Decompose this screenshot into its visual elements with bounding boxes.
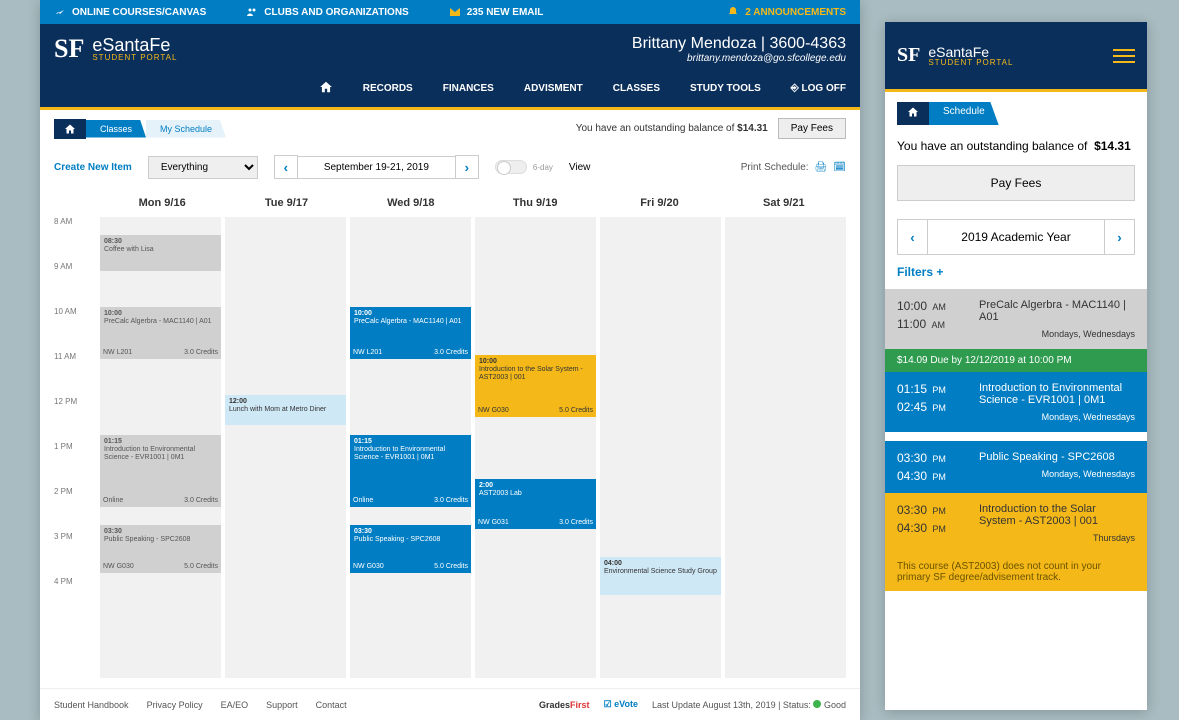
day-header: Mon 9/16	[100, 197, 224, 209]
cal-event[interactable]: 10:00PreCalc Algerbra - MAC1140 | A01NW …	[350, 307, 471, 359]
hour-label: 3 PM	[54, 532, 100, 577]
hour-label: 12 PM	[54, 397, 100, 442]
day-header: Tue 9/17	[224, 197, 348, 209]
mobile-row[interactable]: 01:15 PM02:45 PMIntroduction to Environm…	[885, 372, 1147, 432]
canvas-link[interactable]: ONLINE COURSES/CANVAS	[54, 6, 206, 18]
nav-advisment[interactable]: ADVISMENT	[524, 83, 583, 94]
crumb-mysched: My Schedule	[146, 120, 226, 138]
mobile-balance: You have an outstanding balance of $14.3…	[885, 135, 1147, 157]
date-prev[interactable]: ‹	[274, 155, 298, 179]
day-col-wed: 10:00PreCalc Algerbra - MAC1140 | A01NW …	[350, 217, 471, 678]
nav-logoff[interactable]: ⎆ LOG OFF	[791, 83, 846, 94]
user-area: Brittany Mendoza | 3600-4363 brittany.me…	[632, 35, 846, 64]
footer-contact[interactable]: Contact	[316, 700, 347, 710]
cal-event[interactable]: 12:00Lunch with Mom at Metro Diner	[225, 395, 346, 425]
day-col-thu: 10:00Introduction to the Solar System - …	[475, 217, 596, 678]
date-next[interactable]: ›	[455, 155, 479, 179]
hamburger-icon[interactable]	[1113, 49, 1135, 63]
cal-event[interactable]: 01:15Introduction to Environmental Scien…	[100, 435, 221, 507]
day-col-tue: 12:00Lunch with Mom at Metro Diner	[225, 217, 346, 678]
status-text: Last Update August 13th, 2019 | Status: …	[652, 700, 846, 710]
announce-link[interactable]: 2 ANNOUNCEMENTS	[727, 6, 846, 18]
mobile-date-next[interactable]: ›	[1104, 220, 1134, 254]
day-header: Sat 9/21	[722, 197, 846, 209]
balance-text: You have an outstanding balance of $14.3…	[576, 123, 768, 134]
hour-label: 1 PM	[54, 442, 100, 487]
brand[interactable]: SF eSantaFeSTUDENT PORTAL	[54, 24, 177, 74]
sixday-toggle[interactable]: 6-day	[495, 160, 553, 174]
mobile-filters[interactable]: Filters +	[885, 265, 1147, 279]
day-header: Wed 9/18	[349, 197, 473, 209]
filter-dropdown[interactable]: Everything	[148, 156, 258, 179]
mobile-note: This course (AST2003) does not count in …	[885, 553, 1147, 591]
calendar-icon[interactable]: 🗓	[833, 162, 846, 173]
evote[interactable]: ☑ eVote	[604, 699, 638, 710]
pay-fees-button[interactable]: Pay Fees	[778, 118, 846, 139]
day-col-mon: 08:30Coffee with Lisa 10:00PreCalc Algerb…	[100, 217, 221, 678]
nav-finances[interactable]: FINANCES	[443, 83, 494, 94]
mobile-row[interactable]: 03:30 PM04:30 PMPublic Speaking - SPC260…	[885, 441, 1147, 493]
cal-event[interactable]: 10:00PreCalc Algerbra - MAC1140 | A01NW …	[100, 307, 221, 359]
clubs-link[interactable]: CLUBS AND ORGANIZATIONS	[246, 6, 408, 18]
nav-records[interactable]: RECORDS	[363, 83, 413, 94]
day-header: Fri 9/20	[597, 197, 721, 209]
cal-event[interactable]: 03:30Public Speaking - SPC2608NW G0305.0…	[350, 525, 471, 573]
gradesfirst[interactable]: GradesFirst	[539, 700, 590, 710]
hour-label: 4 PM	[54, 577, 100, 622]
hour-label: 11 AM	[54, 352, 100, 397]
mobile-row[interactable]: 10:00 AM11:00 AMPreCalc Algerbra - MAC11…	[885, 289, 1147, 349]
nav-study[interactable]: STUDY TOOLS	[690, 83, 761, 94]
footer-handbook[interactable]: Student Handbook	[54, 700, 129, 710]
print-icon[interactable]: 🖨	[815, 162, 828, 173]
hour-label: 10 AM	[54, 307, 100, 352]
crumb-classes[interactable]: Classes	[86, 120, 146, 138]
nav-classes[interactable]: CLASSES	[613, 83, 660, 94]
cal-event[interactable]: 03:30Public Speaking - SPC2608NW G0305.0…	[100, 525, 221, 573]
mobile-crumb-schedule: Schedule	[929, 102, 999, 125]
mobile-payfees[interactable]: Pay Fees	[897, 165, 1135, 201]
create-new[interactable]: Create New Item	[54, 162, 132, 173]
cal-event[interactable]: 2:00AST2003 LabNW G0313.0 Credits	[475, 479, 596, 529]
date-range: September 19-21, 2019	[298, 156, 455, 179]
footer-support[interactable]: Support	[266, 700, 298, 710]
home-icon[interactable]	[319, 80, 333, 97]
crumb-home[interactable]	[54, 119, 86, 139]
mobile-date-prev[interactable]: ‹	[898, 220, 928, 254]
mobile-row[interactable]: $14.09 Due by 12/12/2019 at 10:00 PM	[885, 349, 1147, 372]
footer-ea[interactable]: EA/EO	[221, 700, 249, 710]
mobile-row[interactable]: 03:30 PM04:30 PMIntroduction to the Sola…	[885, 493, 1147, 553]
cal-event[interactable]: 01:15Introduction to Environmental Scien…	[350, 435, 471, 507]
hour-label: 2 PM	[54, 487, 100, 532]
mobile-daterange: 2019 Academic Year	[928, 230, 1104, 244]
cal-event[interactable]: 10:00Introduction to the Solar System - …	[475, 355, 596, 417]
day-header: Thu 9/19	[473, 197, 597, 209]
view-label: View	[569, 162, 591, 173]
mobile-crumb-home[interactable]	[897, 102, 929, 125]
cal-event[interactable]: 04:00Environmental Science Study Group	[600, 557, 721, 595]
cal-event[interactable]: 08:30Coffee with Lisa	[100, 235, 221, 271]
email-link[interactable]: 235 NEW EMAIL	[449, 6, 544, 18]
footer-privacy[interactable]: Privacy Policy	[147, 700, 203, 710]
hour-label: 8 AM	[54, 217, 100, 262]
hour-label: 9 AM	[54, 262, 100, 307]
day-col-sat	[725, 217, 846, 678]
day-col-fri: 04:00Environmental Science Study Group	[600, 217, 721, 678]
mobile-brand[interactable]: SF eSantaFeSTUDENT PORTAL	[897, 34, 1013, 77]
print-label: Print Schedule:	[741, 162, 809, 173]
